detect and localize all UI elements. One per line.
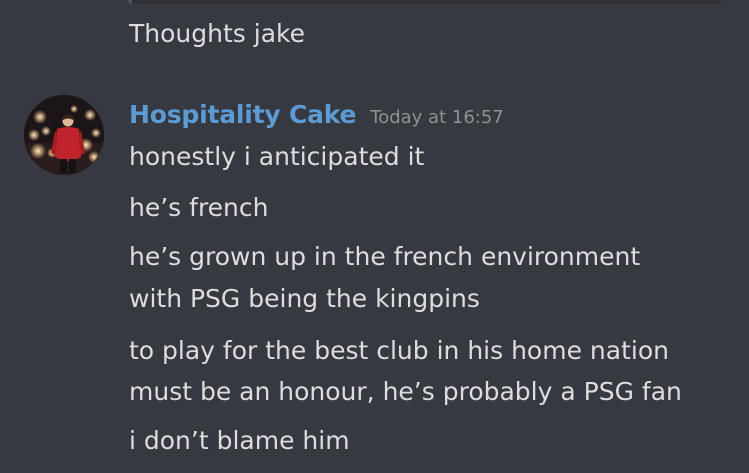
message-text[interactable]: to play for the best club in his home na… — [129, 334, 669, 368]
avatar-photo-icon — [24, 95, 104, 175]
message-text[interactable]: Thoughts jake — [129, 17, 305, 51]
timestamp[interactable]: Today at 16:57 — [370, 107, 503, 128]
message-text[interactable]: honestly i anticipated it — [129, 140, 424, 174]
embed-accent-bar — [128, 0, 132, 4]
message-text[interactable]: i don’t blame him — [129, 424, 350, 458]
previous-embed — [128, 0, 722, 4]
message-text[interactable]: must be an honour, he’s probably a PSG f… — [129, 375, 682, 409]
message-text[interactable]: he’s french — [129, 191, 269, 225]
username[interactable]: Hospitality Cake — [129, 100, 356, 129]
message-text[interactable]: with PSG being the kingpins — [129, 282, 480, 316]
chat-view: Thoughts jake Hospitality Cake Today at … — [0, 0, 749, 473]
message-text[interactable]: he’s grown up in the french environment — [129, 240, 640, 274]
avatar[interactable] — [24, 95, 104, 175]
message-header: Hospitality Cake Today at 16:57 — [129, 98, 504, 135]
